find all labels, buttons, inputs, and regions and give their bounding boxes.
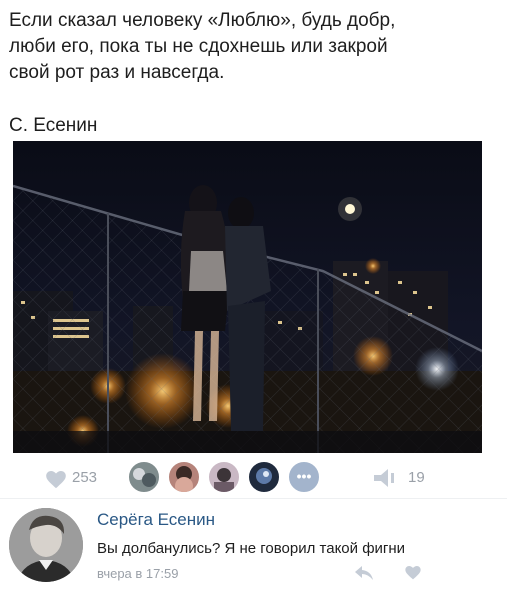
comment-author-link[interactable]: Серёга Есенин [97, 510, 215, 530]
repost-count: 19 [408, 469, 425, 486]
liker-avatar[interactable] [247, 460, 281, 494]
post-actions-bar: 253 ••• 19 [0, 456, 507, 498]
post-text-line: Если сказал человеку «Люблю», будь добр, [9, 10, 396, 31]
post-text-line: люби его, пока ты не сдохнешь или закрой [9, 36, 388, 57]
comment-heart-icon[interactable] [405, 566, 421, 580]
night-rooftop-photo [13, 141, 482, 453]
post-photo[interactable] [13, 141, 482, 453]
repost-icon[interactable] [374, 469, 398, 487]
divider [0, 498, 507, 499]
comment: Серёга Есенин Вы долбанулись? Я не говор… [0, 500, 507, 600]
comment-text: Вы долбанулись? Я не говорил такой фигни [97, 540, 406, 557]
reply-icon[interactable] [355, 566, 373, 580]
comment-timestamp: вчера в 17:59 [97, 566, 179, 581]
liker-avatar[interactable] [167, 460, 201, 494]
avatar[interactable] [9, 508, 83, 582]
post-author: С. Есенин [9, 115, 98, 136]
heart-icon[interactable] [46, 471, 66, 489]
liker-avatar[interactable] [207, 460, 241, 494]
post-text-line: свой рот раз и навсегда. [9, 62, 225, 83]
liker-avatar[interactable] [127, 460, 161, 494]
like-count: 253 [72, 469, 98, 486]
more-likers-button[interactable]: ••• [287, 460, 321, 494]
post-text: Если сказал человеку «Люблю», будь добр,… [9, 8, 489, 86]
